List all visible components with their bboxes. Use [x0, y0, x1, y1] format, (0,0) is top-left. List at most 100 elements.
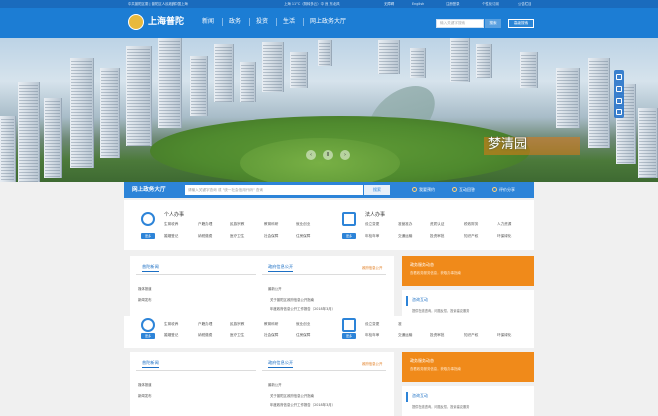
legal-services-title[interactable]: 法人办事	[365, 211, 385, 218]
tab-district-news[interactable]: 普陀新闻	[142, 360, 159, 368]
service-news-card[interactable]: 政务服务动态 查看政务服务信息，获取办事指南	[402, 352, 534, 382]
logo-emblem-icon[interactable]	[128, 14, 144, 30]
gov-info-item[interactable]: 关于普陀区政府信息公开指南	[270, 393, 314, 398]
personal-item[interactable]: 社会保障	[264, 333, 278, 338]
park-lawn-graphic	[240, 138, 400, 182]
legal-item[interactable]: 税收财务	[464, 222, 478, 227]
nav-divider	[249, 18, 250, 26]
list-heading: 最新公开	[268, 287, 282, 291]
personal-services-title[interactable]: 个人办事	[164, 211, 184, 218]
service-hall-title[interactable]: 网上政务大厅	[132, 182, 166, 198]
legal-item[interactable]: 人力资源	[497, 222, 511, 227]
legal-item[interactable]: 环保绿化	[497, 333, 511, 338]
legal-more-button[interactable]: 更多	[342, 233, 356, 239]
qa-link[interactable]: 互动回答	[452, 182, 475, 198]
personal-item[interactable]: 民族宗教	[230, 222, 244, 227]
personal-item[interactable]: 教育科研	[264, 322, 278, 327]
personal-item[interactable]: 生育收养	[164, 322, 178, 327]
login-link[interactable]: 注册登录	[446, 0, 460, 8]
back-to-top-icon[interactable]	[616, 109, 622, 115]
carousel-controls: ‹ II ›	[300, 150, 356, 160]
tab-gov-info[interactable]: 政府信息公开	[268, 264, 294, 272]
service-search-input[interactable]: 请输入关键字查询 或 "统一社会信用代码" 查询	[185, 185, 363, 195]
service-search-button[interactable]: 搜索	[364, 185, 390, 195]
personal-item[interactable]: 教育科研	[264, 222, 278, 227]
legal-item[interactable]: 知识产权	[464, 333, 478, 338]
personal-item[interactable]: 婚姻登记	[164, 333, 178, 338]
nav-government[interactable]: 政务	[225, 15, 245, 29]
site-logo-text[interactable]: 上海普陀	[148, 15, 184, 29]
personal-item[interactable]: 纳税缴费	[198, 333, 212, 338]
personal-more-button[interactable]: 更多	[141, 333, 155, 339]
personal-item[interactable]: 户籍办理	[198, 322, 212, 327]
nav-investment[interactable]: 投资	[252, 15, 272, 29]
carousel-next-button[interactable]: ›	[340, 150, 350, 160]
weibo-icon[interactable]	[616, 86, 622, 92]
legal-item[interactable]: 准营准办	[398, 222, 412, 227]
legal-item[interactable]: 设立变更	[365, 322, 379, 327]
tab-district-news[interactable]: 普陀新闻	[142, 264, 159, 272]
personal-item[interactable]: 婚姻登记	[164, 234, 178, 239]
legal-item[interactable]: 交通运输	[398, 234, 412, 239]
nav-life[interactable]: 生活	[279, 15, 299, 29]
header-search-button[interactable]: 搜索	[485, 19, 501, 28]
legal-item[interactable]: 投资审批	[430, 234, 444, 239]
legal-item[interactable]: 环保绿化	[497, 234, 511, 239]
wechat-icon[interactable]	[616, 98, 622, 104]
news-item[interactable]: 新闻发布	[138, 393, 152, 398]
personal-item[interactable]: 医疗卫生	[230, 333, 244, 338]
legal-item[interactable]: 年检年审	[365, 234, 379, 239]
gov-info-item[interactable]: 年度政府信息公开工作报告（2018年3月）	[270, 306, 335, 311]
personal-item[interactable]: 住房保障	[296, 234, 310, 239]
legal-item[interactable]: 设立变更	[365, 222, 379, 227]
accessibility-link[interactable]: 无障碍	[384, 0, 394, 8]
list-heading: 媒体报道	[138, 287, 152, 291]
personal-item[interactable]: 民族宗教	[230, 322, 244, 327]
hero-banner-image[interactable]	[0, 38, 658, 182]
nav-news[interactable]: 新闻	[198, 15, 218, 29]
gov-info-item[interactable]: 关于普陀区政府信息公开指南	[270, 297, 314, 302]
review-link[interactable]: 评价分享	[492, 182, 515, 198]
consult-title: 咨询互动	[412, 297, 428, 302]
advanced-search-button[interactable]: 高级搜索	[508, 19, 534, 28]
nav-online-hall[interactable]: 网上政务大厅	[306, 15, 350, 29]
header-search-input[interactable]: 输入关键字搜索	[436, 19, 484, 28]
appointment-link[interactable]: 我要预约	[412, 182, 435, 198]
carousel-prev-button[interactable]: ‹	[306, 150, 316, 160]
consult-card[interactable]	[402, 386, 534, 416]
personal-more-button[interactable]: 更多	[141, 233, 155, 239]
notice-link[interactable]: 公告栏目	[518, 0, 532, 8]
personal-item[interactable]: 医疗卫生	[230, 234, 244, 239]
carousel-pause-button[interactable]: II	[323, 150, 333, 160]
star-icon	[492, 187, 497, 192]
mobile-icon[interactable]	[616, 74, 622, 80]
site-affiliation[interactable]: 中共普陀区委 | 普陀区人民政府	[128, 0, 175, 8]
personal-item[interactable]: 户籍办理	[198, 222, 212, 227]
card-title: 政务服务动态	[410, 358, 434, 363]
building-icon	[342, 318, 356, 332]
legal-item[interactable]: 交通运输	[398, 333, 412, 338]
legal-item[interactable]: 资质认证	[430, 222, 444, 227]
more-link[interactable]: 政府信息公开	[362, 265, 382, 270]
divider	[262, 370, 386, 371]
service-news-card[interactable]: 政务服务动态 查看政务服务信息，获取办事指南	[402, 256, 534, 286]
list-heading: 最新公开	[268, 383, 282, 387]
personal-item[interactable]: 住房保障	[296, 333, 310, 338]
personal-item[interactable]: 社会保障	[264, 234, 278, 239]
personal-item[interactable]: 就业创业	[296, 322, 310, 327]
english-link[interactable]: English	[412, 0, 424, 8]
legal-item[interactable]: 年检年审	[365, 333, 379, 338]
gov-info-item[interactable]: 年度政府信息公开工作报告（2018年3月）	[270, 402, 335, 407]
tab-gov-info[interactable]: 政府信息公开	[268, 360, 294, 368]
more-link[interactable]: 政府信息公开	[362, 361, 382, 366]
chat-icon	[452, 187, 457, 192]
legal-more-button[interactable]: 更多	[342, 333, 356, 339]
clock-icon	[412, 187, 417, 192]
personal-item[interactable]: 生育收养	[164, 222, 178, 227]
personal-item[interactable]: 就业创业	[296, 222, 310, 227]
personal-item[interactable]: 纳税缴费	[198, 234, 212, 239]
legal-item[interactable]: 投资审批	[430, 333, 444, 338]
subscribe-link[interactable]: 个性化订阅	[482, 0, 499, 8]
legal-item[interactable]: 知识产权	[464, 234, 478, 239]
news-item[interactable]: 新闻发布	[138, 297, 152, 302]
